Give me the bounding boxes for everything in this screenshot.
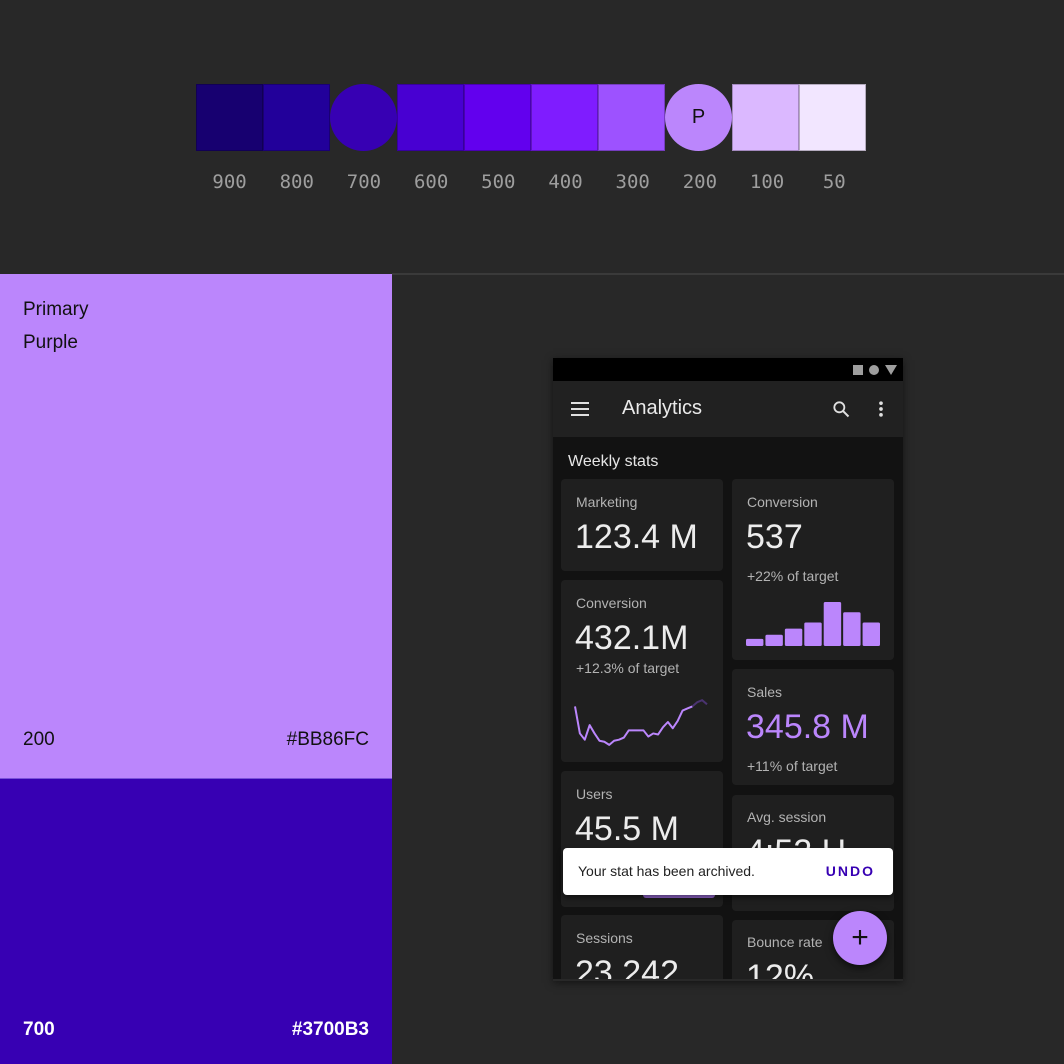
palette-swatch-200: P [665,84,732,151]
card-conversion-bars[interactable]: Conversion 537 +22% of target [732,479,894,660]
card-subtext: +11% of target [747,758,838,774]
palette-label-500: 500 [481,171,516,193]
palette-swatch-600 [397,84,464,151]
bar-chart [746,602,880,646]
triangle-icon [885,364,897,375]
card-subtext: +22% of target [747,568,839,584]
card-marketing[interactable]: Marketing 123.4 M [561,479,723,571]
card-value: 23,242 [575,954,679,981]
card-label: Conversion [747,494,818,510]
variant-shade: 700 [23,1019,55,1040]
card-value: 12% [746,958,815,981]
primary-title: Primary [23,299,89,320]
bar-1 [746,638,764,646]
palette-label-900: 900 [212,171,247,193]
card-value: 123.4 M [575,518,698,556]
app-bar: Analytics [553,381,903,437]
palette-labels: 900 800 700 600 500 400 300 200 100 50 [196,171,868,193]
bar-7 [862,622,880,646]
palette-label-600: 600 [413,171,449,193]
palette-swatch-300 [598,84,665,151]
primary-hex: #BB86FC [286,729,369,750]
square-icon [853,364,863,375]
card-label: Bounce rate [747,934,823,950]
palette-swatch-800 [263,84,330,151]
bar-4 [804,622,822,646]
circle-icon [869,364,879,375]
palette-label-200: 200 [682,171,718,193]
palette-swatch-50 [799,84,866,151]
undo-button[interactable]: UNDO [826,863,875,879]
bar-5 [823,602,842,646]
card-label: Sessions [576,930,633,946]
search-icon[interactable] [831,399,851,419]
card-value: 45.5 M [575,810,679,848]
card-label: Users [576,786,613,802]
more-vert-icon[interactable] [871,399,891,419]
palette-label-800: 800 [279,171,314,193]
primary-subtitle: Purple [23,332,78,353]
line-series [574,705,693,746]
card-label: Sales [747,684,783,700]
palette-label-50: 50 [822,171,846,193]
card-value: 432.1M [575,619,689,657]
variant-swatch: 700 #3700B3 [0,778,392,1064]
card-label: Conversion [576,595,647,611]
bar-6 [843,612,861,646]
palette-label-300: 300 [615,171,650,193]
bar-3 [784,628,803,646]
card-value: 537 [746,518,803,556]
palette-label-700: 700 [346,171,382,193]
primary-marker: P [691,106,706,128]
app-title: Analytics [622,397,703,419]
status-bar [553,358,903,381]
palette-swatch-900 [196,84,263,151]
card-sessions[interactable]: Sessions 23,242 [561,915,723,981]
bottom-edge [553,979,903,981]
primary-swatch: Primary Purple 200 #BB86FC [0,274,392,778]
palette-swatch-700 [330,84,397,151]
hamburger-menu-icon[interactable] [571,402,589,416]
card-conversion-line[interactable]: Conversion 432.1M +12.3% of target [561,580,723,762]
divider [392,273,1064,275]
palette-showcase: P 900 800 700 600 500 400 300 200 100 50 Primary … [0,0,1064,1064]
snackbar: Your stat has been archived. UNDO [563,848,893,895]
primary-shade: 200 [23,729,55,750]
palette-strip: P [196,84,868,151]
snackbar-message: Your stat has been archived. [578,863,755,879]
add-fab-button[interactable]: + [833,911,887,965]
palette-label-400: 400 [548,171,583,193]
section-title: Weekly stats [568,453,659,470]
palette-swatch-500 [464,84,531,151]
palette-swatch-400 [531,84,598,151]
line-series-tail [691,698,708,708]
line-chart [574,698,708,746]
card-sales[interactable]: Sales 345.8 M +11% of target [732,669,894,785]
palette-swatch-100 [732,84,799,151]
palette-label-100: 100 [749,171,785,193]
card-value: 345.8 M [746,708,869,746]
card-subtext: +12.3% of target [576,660,680,676]
card-label: Marketing [576,494,638,510]
phone-mockup: Analytics Weekly stats Marketing 123.4 M… [553,358,903,981]
card-label: Avg. session [747,809,827,825]
variant-hex: #3700B3 [291,1019,369,1040]
add-icon: + [851,921,869,954]
bar-2 [765,634,783,646]
